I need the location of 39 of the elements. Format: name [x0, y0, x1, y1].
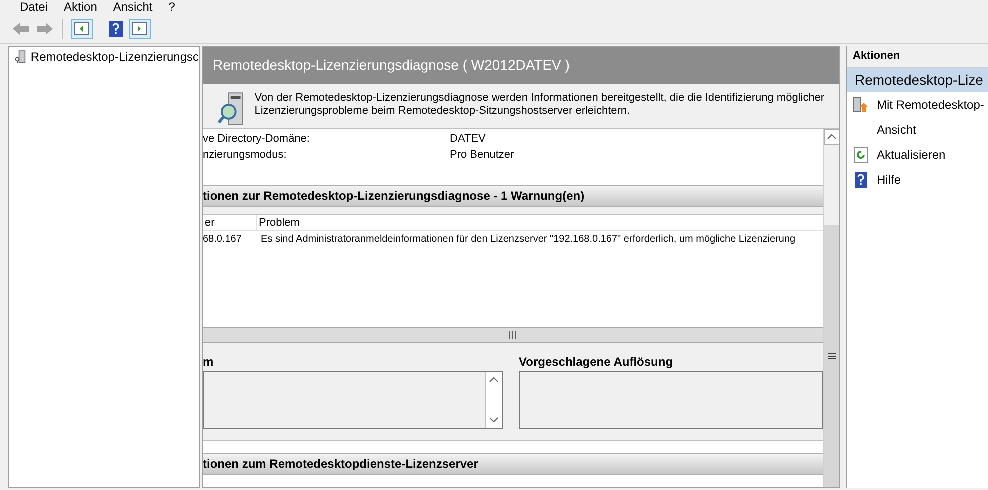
section-header: tionen zur Remotedesktop-Lizenzierungsdiagnose - 1 Warnung(en)	[203, 185, 823, 207]
menu-item[interactable]: Ansicht	[113, 0, 153, 16]
actions-group-header[interactable]: Remotedesktop-Lize	[847, 68, 988, 92]
field-value: Pro Benutzer	[450, 148, 514, 163]
pane-toggle-icon[interactable]	[129, 18, 151, 38]
scrollbar[interactable]	[485, 372, 502, 428]
scroll-up-icon[interactable]	[824, 129, 839, 145]
field-label: ve Directory-Domäne:	[203, 132, 311, 147]
action-item[interactable]: Mit Remotedesktop-	[847, 92, 988, 117]
tree-item[interactable]: Remotedesktop-Lizenzierungsc	[9, 47, 199, 67]
section-header: tionen zum Remotedesktopdienste-Lizenzserver	[203, 453, 823, 475]
menu-item[interactable]: Aktion	[64, 0, 98, 16]
panel-title: Remotedesktop-Lizenzierungsdiagnose ( W2012DATEV )	[203, 47, 839, 84]
menu-item[interactable]: Datei	[20, 0, 48, 16]
description-text: Von der Remotedesktop-Lizenzierungsdiagnose werden Informationen bereitgestellt, die die Identifizierung möglicher Lizenzierungsprobleme beim Remotedesktop-Sitzungshostserver erleichtern.	[254, 92, 826, 118]
problem-textbox[interactable]	[203, 371, 503, 429]
field-label: nzierungsmodus:	[203, 148, 288, 163]
table-cell-text: 68.0.167	[203, 232, 243, 246]
actions-title: Aktionen	[847, 46, 988, 68]
action-item[interactable]: Aktualisieren	[847, 142, 988, 167]
field-value: DATEV	[450, 132, 486, 147]
action-item[interactable]: Ansicht	[847, 117, 988, 142]
field-label: m	[203, 354, 215, 369]
column-header[interactable]: Problem	[257, 215, 823, 230]
grip-icon[interactable]	[828, 352, 836, 360]
help-icon	[855, 172, 867, 188]
help-icon[interactable]	[109, 20, 123, 36]
grip-icon[interactable]	[509, 331, 517, 339]
scrollbar[interactable]	[823, 129, 839, 487]
table-cell-text: Es sind Administratoranmeldeinformationen für den Lizenzserver "192.168.0.167" erforderlich, um mögliche Lizenzierung	[260, 232, 797, 246]
field-label: Vorgeschlagene Auflösung	[519, 354, 674, 369]
action-item[interactable]: Hilfe	[847, 167, 988, 192]
server-icon	[15, 49, 27, 65]
refresh-icon	[854, 146, 868, 162]
pane-toggle-icon[interactable]	[71, 18, 93, 38]
server-arrow-icon	[853, 96, 869, 112]
column-header[interactable]: er	[203, 215, 257, 230]
menu-item[interactable]: ?	[168, 0, 176, 16]
resolution-textbox[interactable]	[519, 371, 823, 429]
